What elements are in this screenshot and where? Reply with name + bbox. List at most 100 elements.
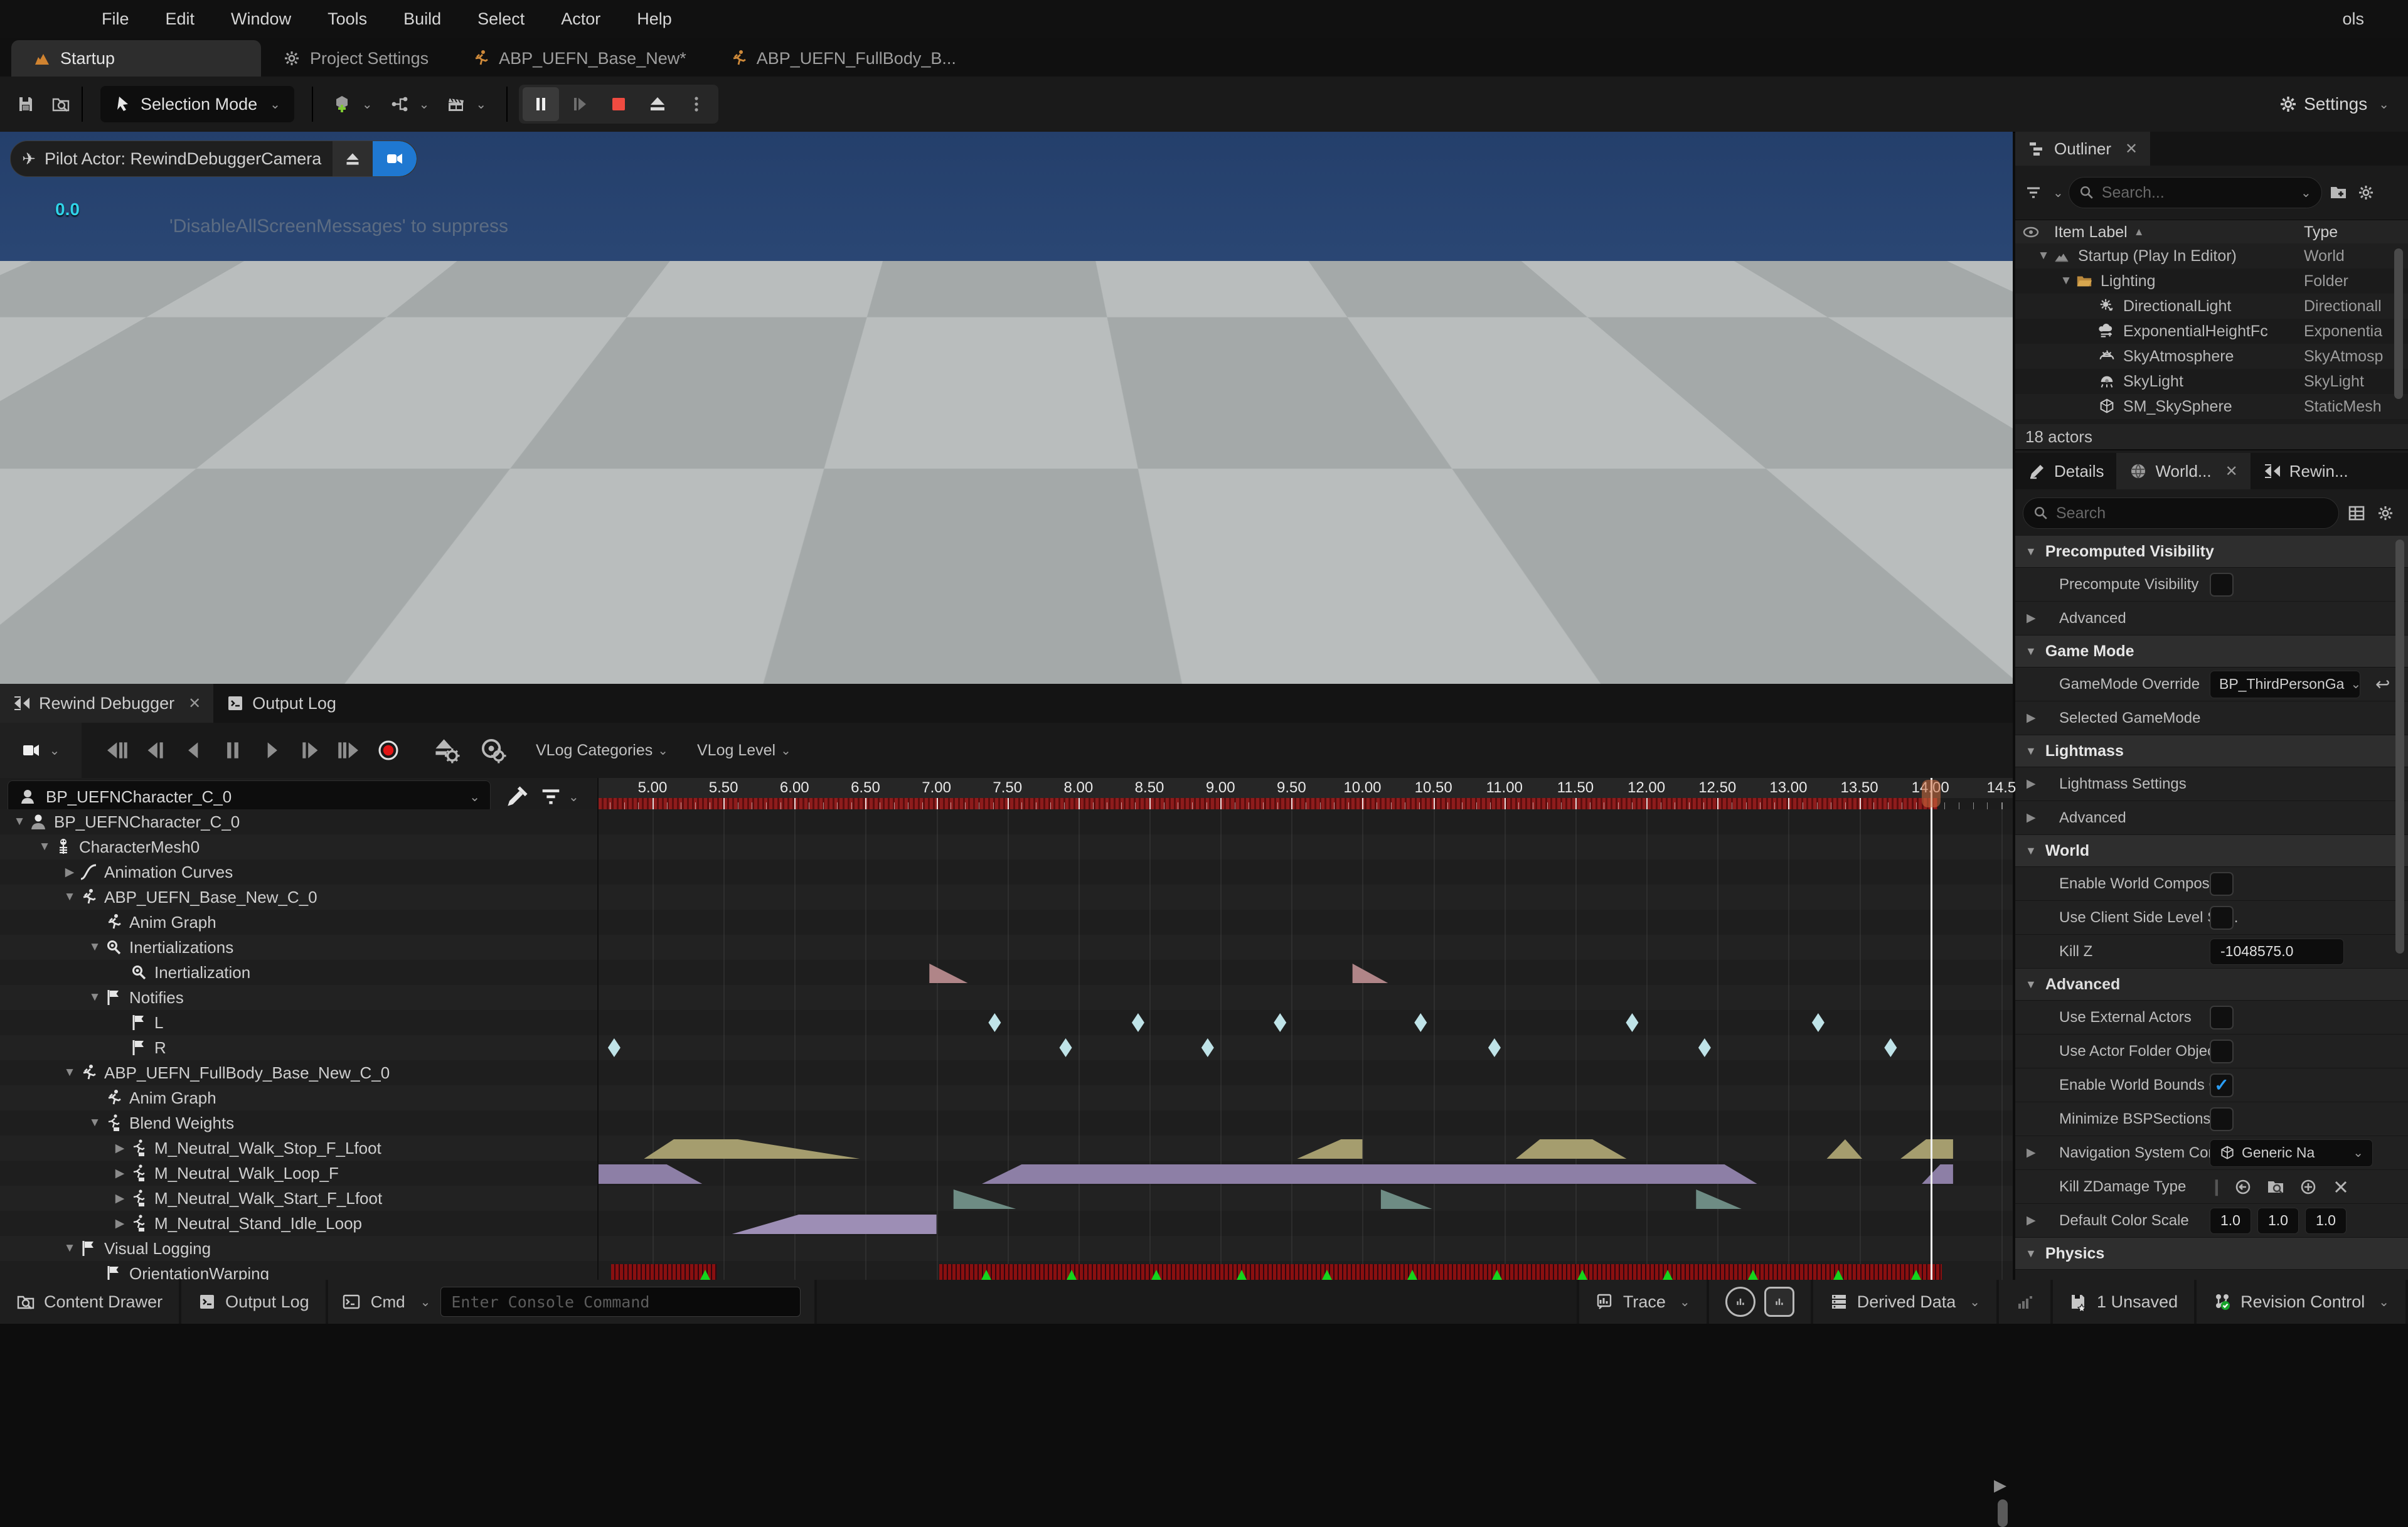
insights-buttons[interactable] [1709,1280,1811,1324]
tree-row-l[interactable]: L [0,1010,2013,1035]
rewind-settings-icon[interactable] [479,737,507,764]
reset-to-default-icon[interactable]: ↩ [2375,674,2390,694]
save-icon[interactable] [16,95,35,114]
property-lightmass-settings[interactable]: ▶Lightmass Settings [2015,767,2408,801]
expander-icon[interactable]: ▼ [10,815,29,829]
number-field[interactable]: -1048575.0 [2210,939,2344,965]
property-use-actor-folder-objects[interactable]: Use Actor Folder Objects [2015,1035,2408,1068]
chevron-down-icon[interactable]: ⌄ [420,1294,431,1310]
property-enable-world-compositi-[interactable]: Enable World Compositi... [2015,867,2408,901]
tree-filter-icon[interactable] [538,784,563,809]
expander-icon[interactable]: ▼ [85,991,104,1004]
expander-icon[interactable]: ▼ [85,1116,104,1130]
nav-system-dropdown[interactable]: Generic Na⌄ [2210,1139,2373,1167]
property-navigation-system-config[interactable]: ▶Navigation System ConfigGeneric Na⌄ [2015,1136,2408,1170]
outliner-row-directionallight[interactable]: DirectionalLightDirectionall [2015,294,2408,319]
outliner-column-header[interactable]: Item Label ▲ Type [2015,220,2408,245]
timeline-ruler[interactable]: 5.005.506.006.507.007.508.008.509.009.50… [599,778,2013,809]
details-scrollbar[interactable] [2395,540,2404,954]
menu-actor[interactable]: Actor [547,7,614,31]
details-search-input[interactable] [2055,504,2328,523]
outliner-row-skylight[interactable]: SkyLightSkyLight [2015,369,2408,394]
tree-row-inertialization[interactable]: Inertialization [0,960,2013,985]
property-precompute-visibility[interactable]: Precompute Visibility [2015,568,2408,602]
tree-row-inertializations[interactable]: ▼Inertializations [0,935,2013,960]
stop-piloting-button[interactable] [333,141,373,176]
close-icon[interactable]: ✕ [2225,462,2238,481]
tree-row-abp-uefn-fullbody-base-new-c-0[interactable]: ▼ABP_UEFN_FullBody_Base_New_C_0 [0,1060,2013,1085]
property-selected-gamemode[interactable]: ▶Selected GameMode [2015,701,2408,735]
tree-row-blend-weights[interactable]: ▼Blend Weights [0,1110,2013,1136]
subsection-advanced[interactable]: ▼Advanced [2015,969,2408,1001]
tree-row-m-neutral-walk-stop-f-lfoot[interactable]: ▶M_Neutral_Walk_Stop_F_Lfoot [0,1136,2013,1161]
close-icon[interactable]: ✕ [188,694,201,713]
checkbox[interactable] [2210,573,2234,597]
clear-asset-icon[interactable] [2331,1178,2350,1196]
cinematics-button[interactable]: ⌄ [438,95,495,114]
column-type[interactable]: Type [2304,223,2338,242]
close-icon[interactable]: ✕ [2125,140,2138,158]
tree-row-charactermesh0[interactable]: ▼CharacterMesh0 [0,834,2013,859]
section-precomputed-visibility[interactable]: ▼Precomputed Visibility [2015,536,2408,568]
dropdown[interactable]: BP_ThirdPersonGa⌄ [2210,671,2360,698]
blueprints-button[interactable]: ⌄ [381,95,439,114]
tree-row-animation-curves[interactable]: ▶Animation Curves [0,859,2013,885]
expander-icon[interactable]: ▶ [2027,711,2036,725]
selection-mode-dropdown[interactable]: Selection Mode ⌄ [100,86,294,122]
vector-component[interactable]: 1.0 [2305,1208,2347,1234]
expander-icon[interactable]: ▶ [2027,1146,2036,1160]
column-item-label[interactable]: Item Label [2054,223,2128,242]
menu-edit[interactable]: Edit [152,7,209,31]
expander-icon[interactable]: ▶ [110,1216,129,1231]
chevron-down-icon[interactable]: ⌄ [2053,185,2064,201]
checkbox[interactable] [2210,872,2234,896]
section-lightmass[interactable]: ▼Lightmass [2015,735,2408,767]
property-use-external-actors[interactable]: Use External Actors [2015,1001,2408,1035]
tree-row-r[interactable]: R [0,1035,2013,1060]
asset-tab-abp-uefn-fullbody-b-[interactable]: ABP_UEFN_FullBody_B... [708,40,978,77]
checkbox[interactable]: ✓ [2210,1073,2234,1097]
play-reverse-button[interactable] [174,732,213,769]
expander-icon[interactable]: ▶ [110,1166,129,1181]
menu-build[interactable]: Build [390,7,455,31]
vlog-level-button[interactable]: VLog Level⌄ [697,742,791,760]
outliner-row-skyatmosphere[interactable]: SkyAtmosphereSkyAtmosp [2015,344,2408,369]
tree-row-visual-logging[interactable]: ▼Visual Logging [0,1236,2013,1261]
expander-icon[interactable]: ▶ [2027,777,2036,791]
property-matrix-icon[interactable] [2345,504,2368,523]
skip-to-end-button[interactable] [330,732,369,769]
expander-icon[interactable]: ▼ [2025,745,2037,758]
outliner-scrollbar[interactable] [2394,248,2403,399]
outliner-row-exponentialheightfc[interactable]: ExponentialHeightFcExponentia [2015,319,2408,344]
property-enable-world-bounds-c-[interactable]: Enable World Bounds C...✓ [2015,1068,2408,1102]
tree-row-orientationwarping[interactable]: OrientationWarping [0,1261,2013,1280]
trace-button[interactable]: Trace ⌄ [1579,1280,1707,1324]
chevron-down-icon[interactable]: ⌄ [568,789,579,805]
debug-target-dropdown[interactable]: BP_UEFNCharacter_C_0 ⌄ [8,780,491,813]
add-element-icon[interactable] [2299,1178,2318,1196]
outliner-search-input[interactable] [2101,183,2289,203]
expander-icon[interactable]: ▼ [2025,844,2037,858]
details-search[interactable] [2023,497,2339,529]
eyedropper-icon[interactable] [504,784,530,809]
outliner-row-lighting[interactable]: ▼LightingFolder [2015,269,2408,294]
expander-icon[interactable]: ▶ [2027,811,2036,825]
frame-skip-button[interactable] [562,87,598,121]
bottom-tab-output-log[interactable]: Output Log [213,684,349,723]
property-kill-z[interactable]: Kill Z-1048575.0 [2015,935,2408,969]
property-advanced[interactable]: ▶Advanced [2015,602,2408,636]
menu-help[interactable]: Help [623,7,686,31]
expander-icon[interactable]: ▼ [2025,545,2037,558]
menu-select[interactable]: Select [464,7,538,31]
expander-icon[interactable]: ▶ [110,1141,129,1156]
timeline-scrollbar[interactable] [1998,1499,2008,1527]
expander-icon[interactable]: ▼ [2034,249,2053,263]
details-tab-world-[interactable]: World...✕ [2116,453,2250,489]
checkbox[interactable] [2210,1040,2234,1063]
property-advanced[interactable]: ▶Advanced [2015,801,2408,835]
section-game-mode[interactable]: ▼Game Mode [2015,636,2408,668]
expander-icon[interactable]: ▼ [2025,645,2037,658]
eject-button[interactable] [639,87,676,121]
console-command-input[interactable] [440,1287,801,1317]
property-minimize-bspsections[interactable]: Minimize BSPSections [2015,1102,2408,1136]
